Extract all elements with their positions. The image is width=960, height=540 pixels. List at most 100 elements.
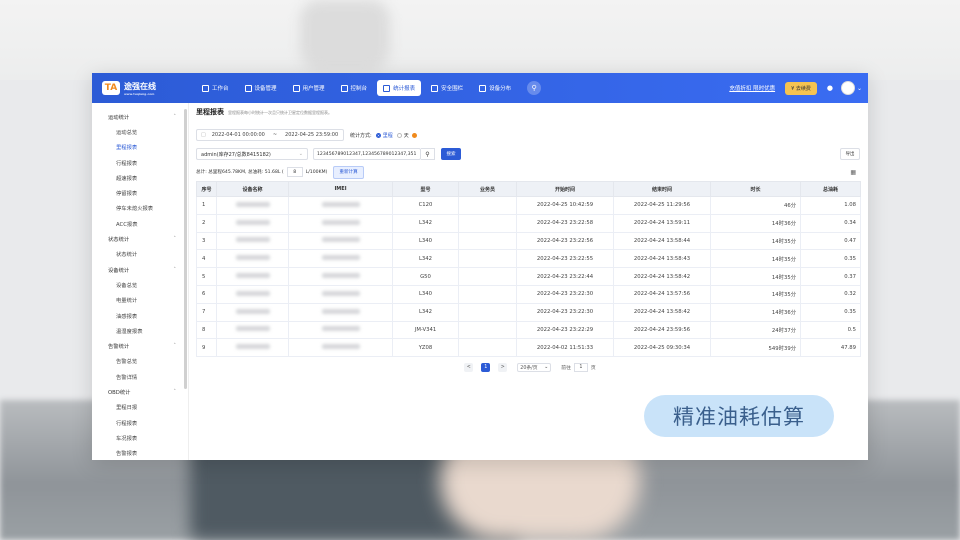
table-row[interactable]: 3 L340 2022-04-23 23:22:56 2022-04-24 13:58… (196, 231, 861, 251)
sidebar-item[interactable]: 行程报表 (92, 155, 188, 170)
sidebar-item[interactable]: 里程日报 (92, 400, 188, 415)
page-size-select[interactable]: 20条/页 ⌄ (517, 363, 552, 373)
nav-device-management[interactable]: 设备管理 (239, 80, 283, 96)
column-header[interactable]: 序号 (196, 181, 217, 197)
table-cell: 6 (196, 284, 217, 304)
renew-button[interactable]: ¥ 去续费 (785, 81, 817, 95)
search-icon[interactable]: ⚲ (527, 81, 542, 95)
avatar[interactable] (840, 81, 855, 95)
main-nav: 工作台 设备管理 用户管理 控制台 统计报表 安全围栏 设备分布 ⚲ (196, 80, 542, 96)
account-value: admin(库存27/总数8415182) (201, 151, 271, 158)
sidebar-item[interactable]: 超速报表 (92, 170, 188, 185)
prev-page-button[interactable]: < (464, 363, 474, 373)
table-row[interactable]: 7 L342 2022-04-23 23:22:30 2022-04-24 13:58… (196, 302, 861, 322)
table-cell: 3 (196, 231, 217, 251)
table-row[interactable]: 8 JM-V341 2022-04-23 23:22:29 2022-04-24 23… (196, 320, 861, 340)
sidebar-item[interactable]: 运动总览 (92, 124, 188, 139)
sidebar-item[interactable]: ACC报表 (92, 216, 188, 231)
sidebar-group[interactable]: 设备统计 ˄ (92, 262, 188, 277)
imei-input[interactable]: 123456789012347,123456789012347,351 (313, 148, 421, 160)
radio-day[interactable]: 天 (396, 132, 409, 139)
redacted-value (235, 237, 270, 243)
sidebar-group[interactable]: 告警统计 ˄ (92, 338, 188, 353)
table-row[interactable]: 9 YZ08 2022-04-02 11:51:33 2022-04-25 09:30… (196, 338, 861, 358)
column-header[interactable]: IMEI (288, 181, 393, 197)
sidebar-scrollbar[interactable] (184, 109, 187, 389)
sidebar-group-label: 运动统计 (108, 114, 130, 121)
next-page-button[interactable]: > (498, 363, 508, 373)
table-cell: 8 (196, 320, 217, 340)
column-header[interactable]: 总油耗 (800, 181, 861, 197)
imei-search-icon[interactable]: ⚲ (421, 148, 435, 160)
table-row[interactable]: 6 L340 2022-04-23 23:22:30 2022-04-24 13:57… (196, 284, 861, 304)
sidebar-item[interactable]: 里程报表 (92, 140, 188, 155)
nav-statistics[interactable]: 统计报表 (377, 80, 422, 96)
table-cell: 5 (196, 267, 217, 286)
column-header[interactable]: 业务员 (458, 181, 517, 197)
logo-text: 途强在线 www.tuqiang.com (124, 81, 156, 96)
table-row[interactable]: 1 C120 2022-04-25 10:42:59 2022-04-25 11:29… (196, 196, 861, 215)
sidebar-item[interactable]: 状态统计 (92, 247, 188, 262)
info-icon[interactable] (411, 132, 417, 138)
fuel-rate-input[interactable]: 8 (286, 167, 303, 177)
sidebar-item[interactable]: 告警详情 (92, 369, 188, 384)
redacted-value (321, 273, 360, 279)
brand-name: 途强在线 (124, 81, 156, 91)
table-cell: 14时35分 (710, 249, 801, 269)
table-cell (288, 338, 393, 358)
page-description: 里程报表每小时统计一次且只统计卫星定位数据里程报表。 (228, 110, 332, 115)
promo-link[interactable]: 充值折扣 限时优惠 (729, 84, 775, 92)
nav-geofence[interactable]: 安全围栏 (425, 80, 469, 96)
radio-mileage[interactable]: 里程 (375, 132, 393, 139)
redacted-value (235, 201, 270, 207)
nav-distribution[interactable]: 设备分布 (473, 80, 517, 96)
sidebar-group[interactable]: OBD统计 ˄ (92, 384, 188, 399)
column-header[interactable]: 型号 (392, 181, 459, 197)
column-header[interactable]: 开始时间 (516, 181, 614, 197)
sidebar-item[interactable]: 设备总览 (92, 277, 188, 292)
sidebar-item[interactable]: 告警报表 (92, 446, 188, 460)
table-cell (216, 249, 289, 269)
sidebar-item[interactable]: 车况报表 (92, 430, 188, 445)
date-range-picker[interactable]: □ 2022-04-01 00:00:00 ~ 2022-04-25 23:59… (196, 129, 344, 141)
nav-workbench[interactable]: 工作台 (196, 80, 235, 96)
sidebar-item[interactable]: 停留报表 (92, 185, 188, 200)
column-header[interactable]: 设备名称 (216, 181, 289, 197)
brand-logo[interactable]: TA 途强在线 www.tuqiang.com (92, 73, 188, 103)
sidebar-item[interactable]: 温湿度报表 (92, 323, 188, 338)
recalculate-button[interactable]: 重新计算 (333, 165, 364, 179)
table-cell: 0.37 (800, 267, 861, 286)
redacted-value (321, 290, 360, 296)
sidebar-item[interactable]: 告警总览 (92, 354, 188, 369)
sidebar-item[interactable]: 停车未熄火报表 (92, 201, 188, 216)
workbench-icon (202, 84, 209, 92)
table-row[interactable]: 4 L342 2022-04-23 23:22:55 2022-04-24 13:58… (196, 249, 861, 269)
chevron-down-icon[interactable]: ⌄ (857, 85, 862, 92)
bell-icon[interactable]: ● (827, 84, 833, 92)
goto-page-input[interactable]: 1 (573, 363, 588, 373)
background-top (0, 0, 960, 80)
mileage-table: 序号 设备名称 IMEI 型号 业务员 开始时间 结束时间 时长 总油耗 1 C120 2022-0… (196, 181, 861, 358)
sidebar-group[interactable]: 运动统计 ˄ (92, 109, 188, 124)
sidebar-item[interactable]: 电量统计 (92, 293, 188, 308)
account-select[interactable]: admin(库存27/总数8415182) ⌄ (196, 148, 308, 160)
table-cell (216, 284, 289, 304)
export-button[interactable]: 导出 (840, 148, 860, 160)
sidebar-group[interactable]: 状态统计 ˄ (92, 231, 188, 246)
brand-sub: www.tuqiang.com (124, 91, 155, 96)
query-button[interactable]: 搜索 (441, 148, 461, 160)
redacted-value (235, 344, 270, 350)
table-cell: 2022-04-25 10:42:59 (516, 196, 614, 215)
column-header[interactable]: 时长 (710, 181, 801, 197)
nav-user-management[interactable]: 用户管理 (287, 80, 331, 96)
nav-console[interactable]: 控制台 (335, 80, 374, 96)
table-cell: YZ08 (392, 338, 459, 358)
column-header[interactable]: 结束时间 (613, 181, 711, 197)
table-cell: L342 (392, 213, 459, 233)
sidebar-item[interactable]: 行程报表 (92, 415, 188, 430)
column-settings-icon[interactable]: ▦ (850, 169, 856, 176)
table-row[interactable]: 2 L342 2022-04-23 23:22:58 2022-04-24 13:59… (196, 213, 861, 233)
page-1-button[interactable]: 1 (481, 363, 491, 373)
sidebar-item[interactable]: 油感报表 (92, 308, 188, 323)
table-row[interactable]: 5 G50 2022-04-23 23:22:44 2022-04-24 13:58:… (196, 267, 861, 286)
